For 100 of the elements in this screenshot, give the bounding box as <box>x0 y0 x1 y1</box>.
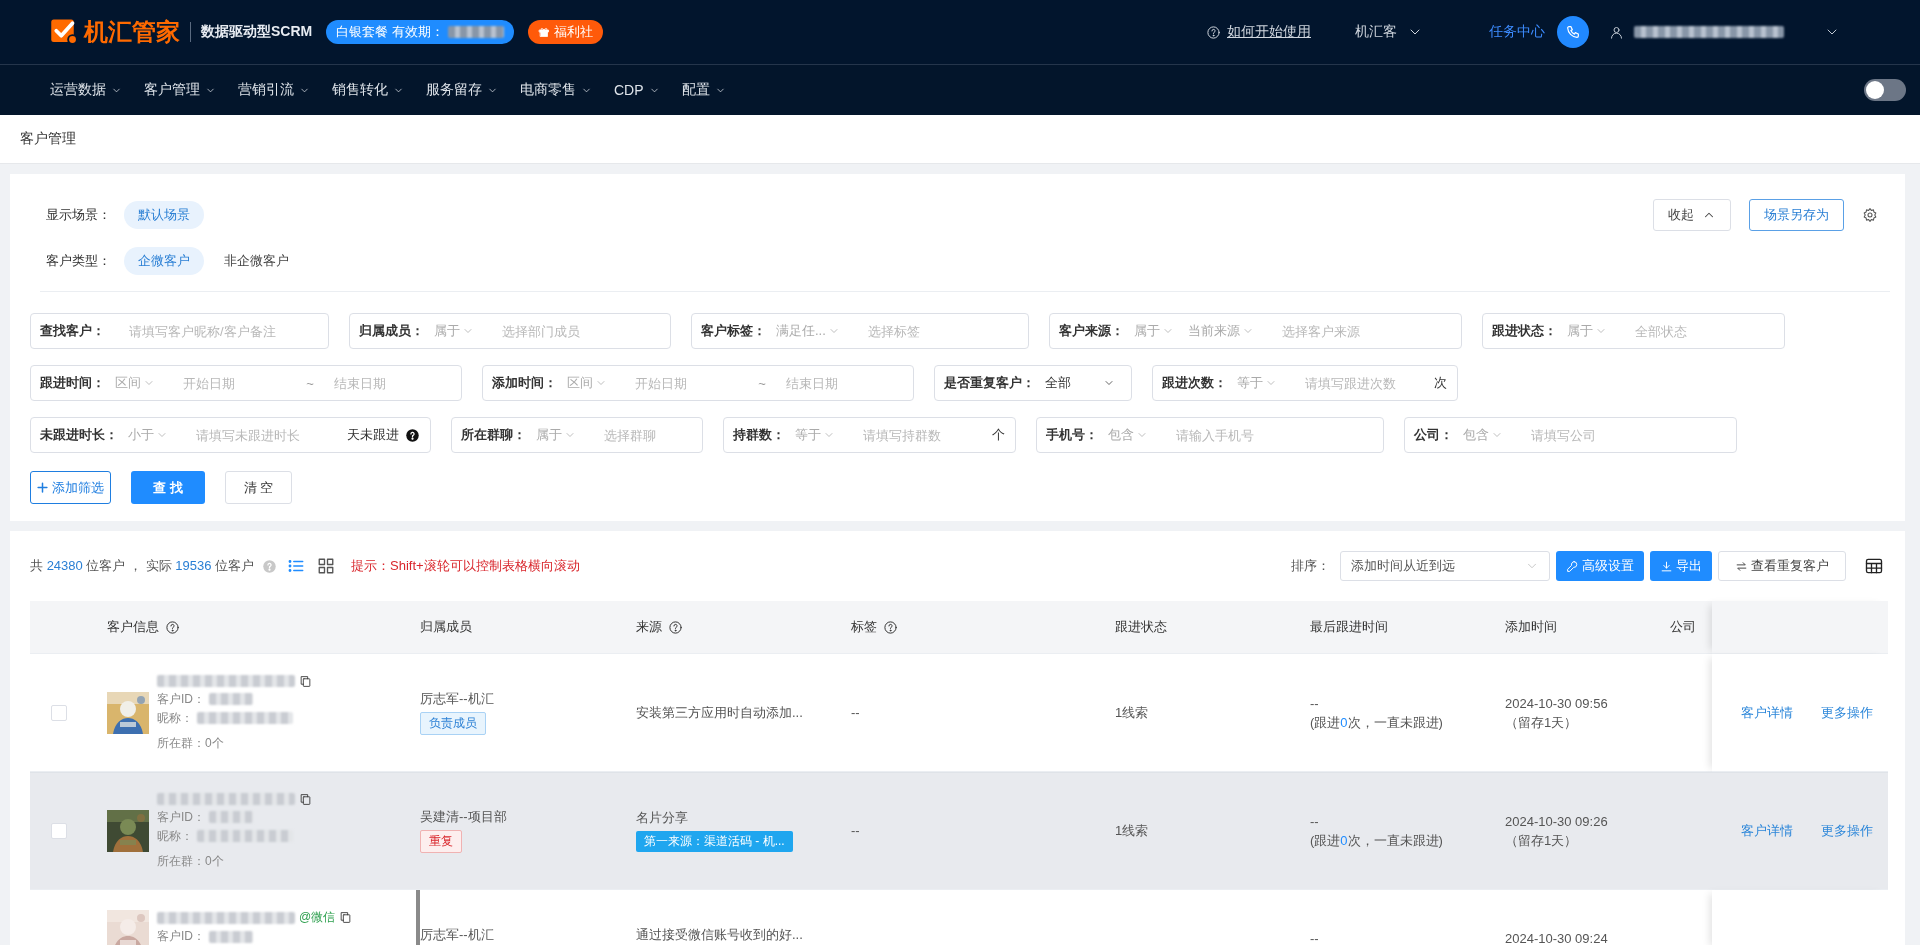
wrench-icon <box>1566 559 1579 573</box>
tags-text: -- <box>851 705 861 720</box>
nav-menu-item[interactable]: 配置 <box>681 81 726 99</box>
input-field[interactable]: 请填写客户昵称/客户备注 <box>115 323 318 339</box>
nav-menu-item[interactable]: 电商零售 <box>520 81 592 99</box>
input-field[interactable]: 结束日期 <box>771 375 903 391</box>
plan-badge: 白银套餐 有效期： <box>326 20 514 44</box>
field-label: 跟进次数： <box>1162 374 1227 392</box>
option-chip[interactable]: 非企微客户 <box>210 247 303 275</box>
field-label: 客户类型： <box>46 252 112 270</box>
column-header: 跟进状态 <box>1115 618 1167 636</box>
filter-field[interactable]: 持群数： 等于 请填写持群数 个 <box>723 417 1016 453</box>
nav-menu-item[interactable]: 服务留存 <box>426 81 498 99</box>
blurred-text <box>209 693 253 705</box>
input-field[interactable]: 选择客户来源 <box>1268 323 1451 339</box>
field-label: 公司： <box>1414 426 1453 444</box>
input-field[interactable]: 开始日期 <box>169 375 301 391</box>
input-field[interactable]: 选择部门成员 <box>488 323 660 339</box>
add-filter-button[interactable]: 添加筛选 <box>30 471 111 504</box>
hint-text: 提示：Shift+滚轮可以控制表格横向滚动 <box>351 557 580 575</box>
duplicates-button[interactable]: 查看重复客户 <box>1718 551 1846 581</box>
field-label: 是否重复客户： <box>944 374 1035 392</box>
more-actions-link[interactable]: 更多操作 <box>1821 705 1873 720</box>
grid-view-icon[interactable] <box>317 557 335 575</box>
unit-label: 次 <box>1434 374 1447 392</box>
row-checkbox[interactable] <box>51 704 67 721</box>
filter-field[interactable]: 归属成员： 属于 选择部门成员 <box>349 313 671 349</box>
copy-icon[interactable] <box>299 674 312 688</box>
nav-menu-item[interactable]: 销售转化 <box>332 81 404 99</box>
option-chip[interactable]: 默认场景 <box>124 201 204 229</box>
tags-text: -- <box>851 823 861 838</box>
range-separator: ~ <box>306 375 314 391</box>
filter-field[interactable]: 是否重复客户： 全部 <box>934 365 1132 401</box>
nav-menu-item[interactable]: 营销引流 <box>238 81 310 99</box>
field-label: 客户ID： <box>157 929 205 944</box>
input-field[interactable]: 选择标签 <box>853 323 1018 339</box>
filter-field[interactable]: 客户来源： 属于 当前来源 选择客户来源 <box>1049 313 1462 349</box>
filter-field[interactable]: 跟进时间： 区间 开始日期 ~ 结束日期 <box>30 365 462 401</box>
column-header: 客户信息 <box>107 618 159 636</box>
follow-note: (跟进0次，一直未跟进) <box>1310 714 1444 730</box>
sort-select[interactable]: 添加时间从近到远 <box>1340 551 1550 581</box>
unit-label: 天未跟进 <box>347 426 399 444</box>
input-field[interactable]: 选择群聊 <box>590 427 692 443</box>
field-label: 客户来源： <box>1059 322 1124 340</box>
input-field[interactable]: 请填写公司 <box>1517 427 1726 443</box>
filter-field[interactable]: 公司： 包含 请填写公司 <box>1404 417 1737 453</box>
clear-button[interactable]: 清 空 <box>224 471 293 504</box>
input-field[interactable]: 请填写持群数 <box>849 427 988 443</box>
help-icon <box>262 558 277 574</box>
source-text: 通过接受微信账号收到的好... <box>636 927 804 942</box>
details-link[interactable]: 客户详情 <box>1741 705 1793 720</box>
filter-field[interactable]: 客户标签： 满足任... 选择标签 <box>691 313 1029 349</box>
input-field[interactable]: 全部状态 <box>1621 323 1774 339</box>
filter-field[interactable]: 添加时间： 区间 开始日期 ~ 结束日期 <box>482 365 914 401</box>
list-view-icon[interactable] <box>287 557 305 575</box>
nav-menu-item[interactable]: CDP <box>614 82 660 98</box>
nav-menu-item[interactable]: 运营数据 <box>50 81 122 99</box>
field-label: 客户ID： <box>157 809 205 825</box>
last-follow-text: -- <box>1310 695 1320 711</box>
owner-name: 厉志军--机汇 <box>420 690 495 706</box>
table-settings-icon[interactable] <box>1864 556 1884 576</box>
input-field[interactable]: 开始日期 <box>621 375 753 391</box>
select-field[interactable]: 全部 <box>1045 374 1115 392</box>
row-checkbox[interactable] <box>51 822 67 839</box>
input-field[interactable]: 请填写未跟进时长 <box>182 427 343 443</box>
field-label: 客户ID： <box>157 691 205 707</box>
status-text: 1线索 <box>1115 705 1150 720</box>
blurred-text <box>209 930 253 943</box>
field-label: 归属成员： <box>359 322 424 340</box>
field-label: 查找客户： <box>40 322 105 340</box>
field-label: 昵称： <box>157 710 193 726</box>
field-label: 跟进时间： <box>40 374 105 392</box>
input-field[interactable]: 结束日期 <box>319 375 451 391</box>
collapse-button[interactable]: 收起 <box>1653 199 1731 231</box>
owner-name: 吴建清--项目部 <box>420 808 508 824</box>
owner-tag: 重复 <box>420 829 462 853</box>
field-label: 跟进状态： <box>1492 322 1557 340</box>
filter-field[interactable]: 未跟进时长： 小于 请填写未跟进时长 天未跟进 <box>30 417 431 453</box>
copy-icon[interactable] <box>299 792 312 806</box>
filter-field[interactable]: 跟进状态： 属于 全部状态 <box>1482 313 1785 349</box>
save-scene-button[interactable]: 场景另存为 <box>1749 199 1844 231</box>
input-field[interactable]: 请填写跟进次数 <box>1291 375 1430 391</box>
filter-field[interactable]: 所在群聊： 属于 选择群聊 <box>451 417 703 453</box>
page-title: 客户管理 <box>20 130 76 148</box>
task-center-link[interactable]: 任务中心 <box>1489 23 1545 41</box>
org-menu[interactable]: 机汇客 <box>1349 22 1429 42</box>
product-tagline: 数据驱动型SCRM <box>201 23 313 41</box>
phone-button[interactable] <box>1557 16 1589 48</box>
nav-menu-item[interactable]: 客户管理 <box>144 81 216 99</box>
blurred-text <box>209 811 253 823</box>
input-field[interactable]: 请输入手机号 <box>1162 427 1373 443</box>
copy-icon[interactable] <box>339 911 353 924</box>
filter-field[interactable]: 跟进次数： 等于 请填写跟进次数 次 <box>1152 365 1458 401</box>
source-text: 名片分享 <box>636 809 689 825</box>
settings-icon[interactable] <box>1862 207 1878 223</box>
filter-field[interactable]: 查找客户： 请填写客户昵称/客户备注 <box>30 313 329 349</box>
filter-field[interactable]: 手机号： 包含 请输入手机号 <box>1036 417 1384 453</box>
toggle-switch[interactable] <box>1864 79 1906 101</box>
help-link[interactable]: 如何开始使用 <box>1227 23 1311 41</box>
option-chip[interactable]: 企微客户 <box>124 247 204 275</box>
